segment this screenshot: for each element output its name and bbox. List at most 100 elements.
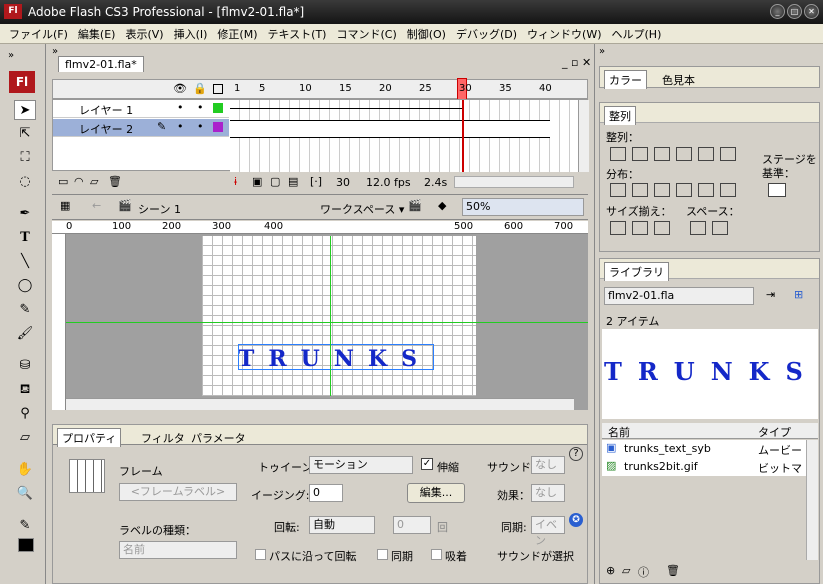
tab-library[interactable]: ライブラリ [604, 262, 669, 281]
hand-tool-icon[interactable]: ✋ [14, 460, 36, 480]
layer-name[interactable]: レイヤー 2 [79, 121, 133, 137]
align-buttons[interactable] [610, 147, 742, 164]
eyedropper-tool-icon[interactable]: ⚲ [14, 404, 36, 424]
brush-tool-icon[interactable]: 🖌 [14, 324, 36, 344]
space-buttons[interactable] [690, 221, 734, 238]
maximize-button[interactable]: □ [787, 4, 802, 19]
properties-icon[interactable]: ⓘ [638, 564, 649, 580]
onion-skin-icon[interactable]: ▣ [252, 175, 262, 188]
tab-swatches[interactable]: 色見本 [662, 72, 695, 88]
timeline-hscroll[interactable] [454, 176, 574, 188]
tab-parameters[interactable]: パラメータ [191, 430, 246, 446]
fill-color-swatch[interactable] [18, 538, 34, 552]
sound-select[interactable]: なし [531, 456, 565, 474]
edit-scene-icon[interactable]: 🎬 [408, 199, 422, 212]
eraser-tool-icon[interactable]: ▱ [14, 428, 36, 448]
lock-icon[interactable]: 🔒 [193, 82, 207, 95]
lock-dot[interactable]: • [197, 101, 204, 114]
insert-folder-icon[interactable]: ▱ [90, 175, 98, 188]
text-tool-icon[interactable]: T [14, 228, 36, 248]
edit-symbol-icon[interactable]: ◆ [438, 199, 446, 212]
menu-commands[interactable]: コマンド(C) [331, 26, 401, 42]
edit-multiple-icon[interactable]: ▤ [288, 175, 298, 188]
rotate-select[interactable]: 自動 [309, 516, 375, 534]
library-vscroll[interactable] [806, 440, 818, 560]
column-type[interactable]: タイプ [758, 424, 791, 440]
layer-name[interactable]: レイヤー 1 [79, 102, 133, 118]
document-window-controls[interactable]: _ ▫ ✕ [562, 56, 591, 69]
menu-debug[interactable]: デバッグ(D) [451, 26, 522, 42]
effect-select[interactable]: なし [531, 484, 565, 502]
line-tool-icon[interactable]: ╲ [14, 252, 36, 272]
zoom-tool-icon[interactable]: 🔍 [14, 484, 36, 504]
visibility-dot[interactable]: • [177, 101, 184, 114]
tween-select[interactable]: モーション [309, 456, 413, 474]
frame-label-input[interactable]: <フレームラベル> [119, 483, 237, 501]
timeline-scrollbar[interactable] [578, 100, 589, 172]
new-symbol-icon[interactable]: ⊕ [606, 564, 615, 577]
menu-help[interactable]: ヘルプ(H) [607, 26, 667, 42]
close-button[interactable]: ✕ [804, 4, 819, 19]
snap-checkbox[interactable] [431, 549, 442, 560]
delete-icon[interactable]: 🗑 [666, 564, 680, 577]
tab-properties[interactable]: プロパティ [57, 428, 122, 447]
distribute-buttons[interactable] [610, 183, 742, 200]
delete-layer-icon[interactable]: 🗑 [108, 175, 122, 188]
scale-checkbox[interactable]: ✓ [421, 458, 433, 470]
library-row[interactable]: ▣ trunks_text_syb ムービー [602, 440, 806, 458]
paint-bucket-tool-icon[interactable]: ⛾ [14, 380, 36, 400]
pencil-tool-icon[interactable]: ✎ [14, 300, 36, 320]
menu-modify[interactable]: 修正(M) [212, 26, 262, 42]
menu-insert[interactable]: 挿入(I) [169, 26, 213, 42]
onion-outline-icon[interactable]: ▢ [270, 175, 280, 188]
scene-name[interactable]: シーン 1 [138, 201, 181, 217]
onion-markers-icon[interactable]: [·] [310, 175, 322, 188]
orient-checkbox[interactable] [255, 549, 266, 560]
tab-align[interactable]: 整列 [604, 106, 636, 125]
toolbox-collapse-icon[interactable]: » [8, 50, 14, 61]
add-guide-icon[interactable]: ◠ [74, 175, 84, 188]
easing-input[interactable]: 0 [309, 484, 343, 502]
workspace-dropdown[interactable]: ワークスペース ▾ [320, 201, 404, 217]
document-tab[interactable]: flmv2-01.fla* [58, 56, 144, 72]
pen-tool-icon[interactable]: ✒ [14, 204, 36, 224]
rotate-times-input[interactable]: 0 [393, 516, 431, 534]
edit-button[interactable]: 編集... [407, 483, 465, 503]
menu-window[interactable]: ウィンドウ(W) [522, 26, 606, 42]
library-row[interactable]: ▨ trunks2bit.gif ビットマ [602, 458, 806, 476]
new-library-icon[interactable]: ⊞ [794, 288, 803, 301]
menu-edit[interactable]: 編集(E) [73, 26, 121, 42]
menu-view[interactable]: 表示(V) [120, 26, 168, 42]
lasso-tool-icon[interactable]: ◌ [14, 172, 36, 192]
menu-control[interactable]: 制御(O) [402, 26, 451, 42]
panels-collapse-icon[interactable]: » [599, 46, 605, 57]
layer-row-selected[interactable]: レイヤー 2 ✎ • • [53, 119, 229, 137]
accessibility-icon[interactable]: ✪ [569, 513, 583, 527]
library-file-select[interactable]: flmv2-01.fla [604, 287, 754, 305]
subselection-tool-icon[interactable]: ⇱ [14, 124, 36, 144]
oval-tool-icon[interactable]: ◯ [14, 276, 36, 296]
back-arrow-icon[interactable]: ← [92, 199, 101, 212]
lock-dot[interactable]: • [197, 120, 204, 133]
zoom-field[interactable]: 50% [462, 198, 584, 216]
frames-grid[interactable] [230, 100, 578, 172]
help-icon[interactable]: ? [569, 447, 583, 461]
to-stage-button[interactable] [768, 183, 786, 197]
outline-icon[interactable] [213, 84, 223, 94]
pin-library-icon[interactable]: ⇥ [766, 288, 775, 301]
visibility-dot[interactable]: • [177, 120, 184, 133]
ink-bottle-tool-icon[interactable]: ⛁ [14, 356, 36, 376]
menu-file[interactable]: ファイル(F) [4, 26, 73, 42]
tab-filters[interactable]: フィルタ [141, 430, 185, 446]
eye-icon[interactable]: 👁 [173, 82, 187, 95]
minimize-button[interactable]: _ [770, 4, 785, 19]
layer-outline-color[interactable] [213, 122, 223, 132]
new-folder-icon[interactable]: ▱ [622, 564, 630, 577]
stage-hscroll[interactable] [66, 398, 574, 410]
column-name[interactable]: 名前 [608, 424, 630, 440]
match-size-buttons[interactable] [610, 221, 676, 238]
layer-row[interactable]: レイヤー 1 • • [53, 100, 229, 118]
label-type-select[interactable]: 名前 [119, 541, 237, 559]
sync-checkbox[interactable] [377, 549, 388, 560]
menu-text[interactable]: テキスト(T) [262, 26, 331, 42]
